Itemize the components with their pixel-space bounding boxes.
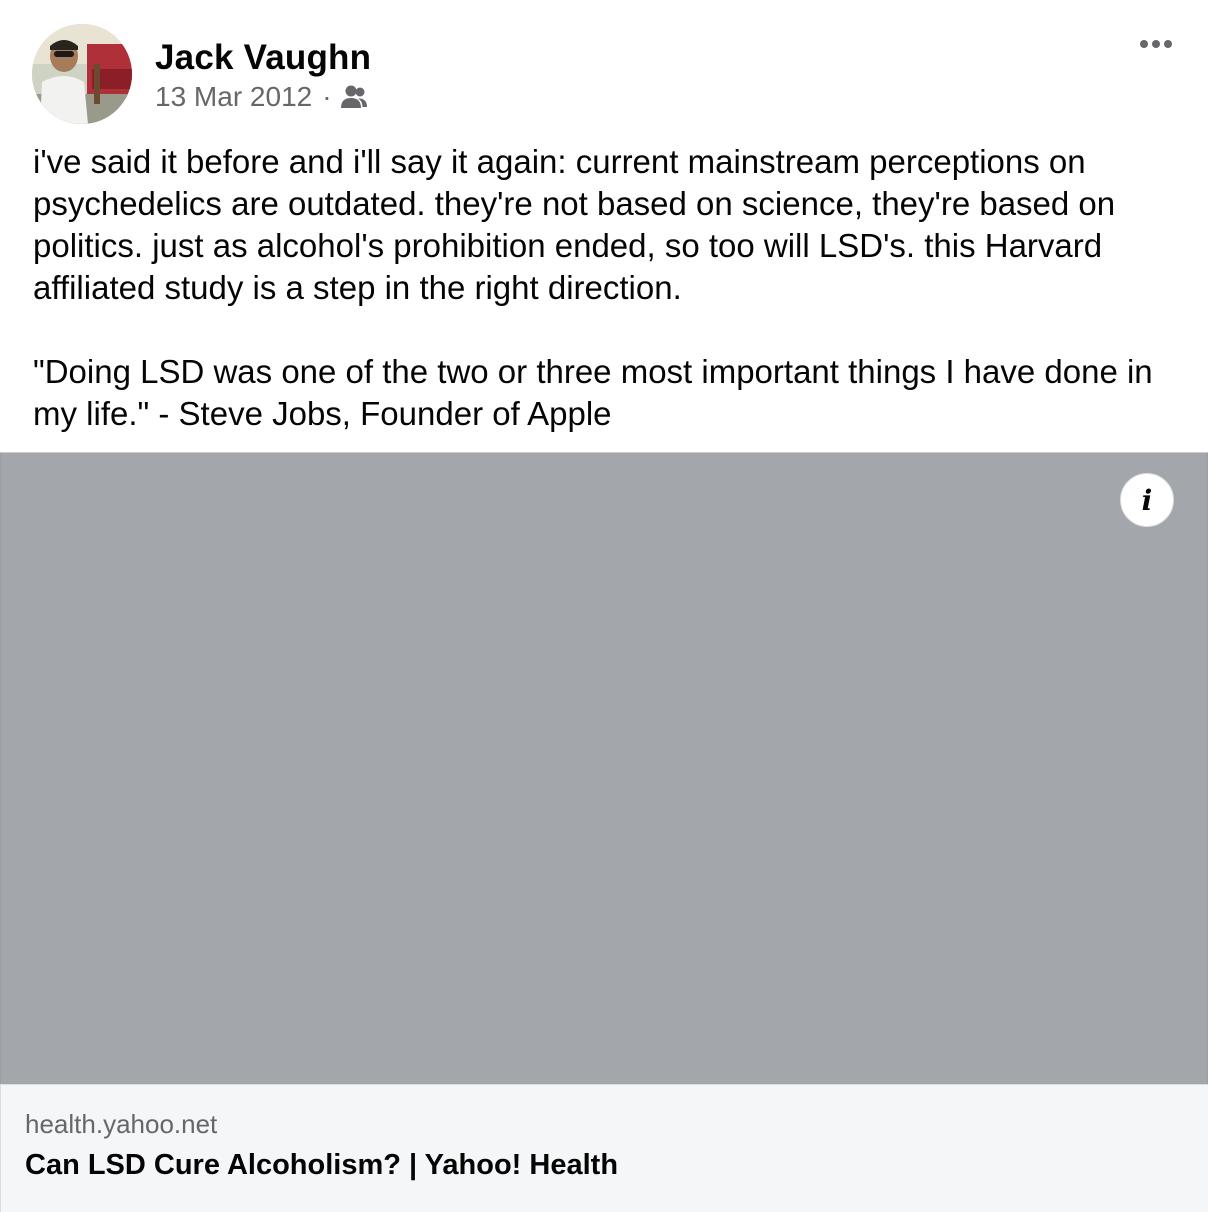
- link-preview-footer[interactable]: health.yahoo.net Can LSD Cure Alcoholism…: [0, 1084, 1208, 1212]
- author-avatar[interactable]: [32, 24, 132, 124]
- info-icon[interactable]: i: [1120, 473, 1174, 527]
- post-meta: 13 Mar 2012 ·: [155, 80, 368, 114]
- facebook-post: Jack Vaughn 13 Mar 2012 · i've said it b…: [0, 0, 1208, 1212]
- avatar-photo: [32, 24, 132, 124]
- link-domain: health.yahoo.net: [25, 1109, 218, 1139]
- meta-separator: ·: [322, 81, 332, 112]
- post-date[interactable]: 13 Mar 2012: [155, 81, 312, 113]
- more-options-icon[interactable]: [1132, 30, 1180, 58]
- friends-icon[interactable]: [340, 84, 368, 110]
- link-title[interactable]: Can LSD Cure Alcoholism? | Yahoo! Health: [25, 1149, 618, 1182]
- post-text: i've said it before and i'll say it agai…: [33, 143, 1153, 432]
- link-preview-image[interactable]: i: [0, 453, 1208, 1084]
- link-preview[interactable]: i health.yahoo.net Can LSD Cure Alcoholi…: [0, 452, 1208, 1212]
- author-name[interactable]: Jack Vaughn: [155, 38, 371, 78]
- info-icon-glyph: i: [1141, 483, 1153, 517]
